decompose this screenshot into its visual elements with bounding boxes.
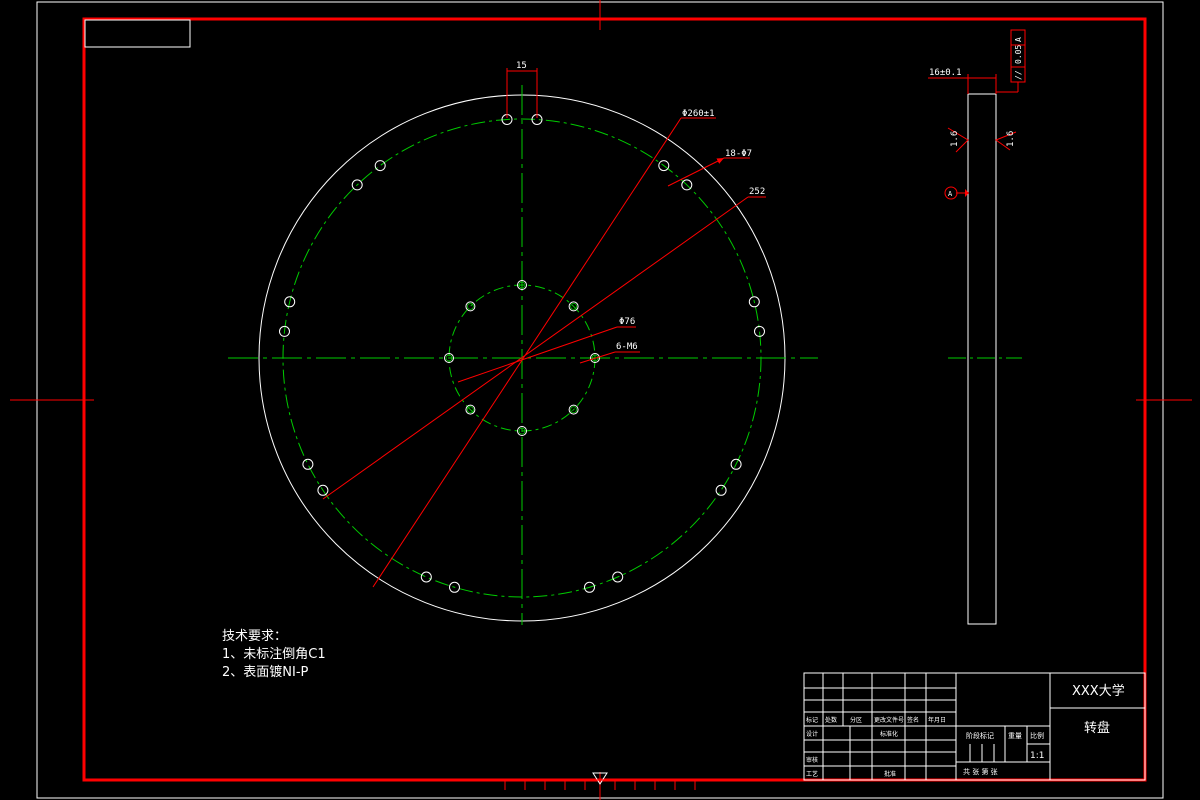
outer-holes-label: 18-Φ7 [725, 149, 752, 159]
scale-label: 比例 [1030, 731, 1044, 740]
row-header-4: 更改文件号 [874, 716, 904, 724]
part-name: 转盘 [1084, 720, 1110, 736]
review-label: 审核 [806, 756, 818, 764]
bolt-circle-label: 252 [749, 187, 765, 197]
scale-value: 1:1 [1030, 751, 1044, 761]
front-dimensions [322, 68, 766, 588]
outer-hole [420, 571, 432, 583]
outer-hole [374, 160, 386, 172]
dim-line-252 [322, 196, 749, 500]
inner-holes-label: 6-M6 [616, 342, 638, 352]
tolerance-datum: A [1014, 37, 1023, 42]
side-view [928, 29, 1026, 625]
row-header-1: 标记 [806, 716, 818, 724]
title-block-labels: XXX大学 转盘 1:1 比例 重量 阶段标记 共 张 第 张 标记 处数 分区… [806, 683, 1125, 778]
top-spacing-label: 15 [516, 61, 527, 71]
front-view [228, 85, 818, 625]
roughness-left-label: 1.6 [950, 131, 960, 147]
leader-outer-holes [667, 157, 725, 187]
sheets-label: 共 张 第 张 [963, 767, 998, 776]
outer-hole [302, 458, 314, 470]
inner-hole-thread [466, 302, 474, 310]
technical-notes: 技术要求： 1、未标注倒角C1 2、表面镀NI-P [222, 629, 326, 680]
front-dimension-labels: Φ260±1 18-Φ7 252 Φ76 6-M6 15 [516, 61, 765, 352]
code-box [84, 19, 191, 48]
stage-label: 阶段标记 [966, 731, 994, 740]
notes-title: 技术要求： [222, 629, 287, 644]
approve-label: 批准 [884, 770, 896, 778]
side-view-labels: 16±0.1 1.6 1.6 A // 0.05 A [929, 37, 1023, 198]
row-header-5: 签名 [907, 716, 919, 724]
side-view-outline [967, 93, 997, 625]
inner-circle-label: Φ76 [619, 317, 635, 327]
row-header-3: 分区 [850, 716, 862, 724]
tolerance-symbol: // [1014, 70, 1023, 80]
roughness-right-label: 1.6 [1006, 131, 1016, 147]
tolerance-value: 0.05 [1014, 45, 1023, 64]
design-label: 设计 [806, 730, 818, 738]
outer-diameter-label: Φ260±1 [682, 109, 715, 119]
outer-border [36, 1, 1164, 799]
centering-marks [10, 0, 1192, 800]
cad-drawing: Φ260±1 18-Φ7 252 Φ76 6-M6 15 16±0.1 1.6 … [10, 0, 1192, 800]
datum-label: A [948, 190, 953, 198]
weight-label: 重量 [1008, 732, 1022, 740]
row-header-2: 处数 [825, 716, 837, 724]
school-name: XXX大学 [1072, 683, 1125, 699]
thickness-label: 16±0.1 [929, 68, 962, 78]
notes-line-1: 1、未标注倒角C1 [222, 647, 326, 662]
process-label: 工艺 [806, 770, 818, 778]
standardize-label: 标准化 [880, 730, 898, 738]
row-header-6: 年月日 [928, 716, 946, 724]
outer-hole [715, 484, 727, 496]
notes-line-2: 2、表面镀NI-P [222, 664, 309, 680]
